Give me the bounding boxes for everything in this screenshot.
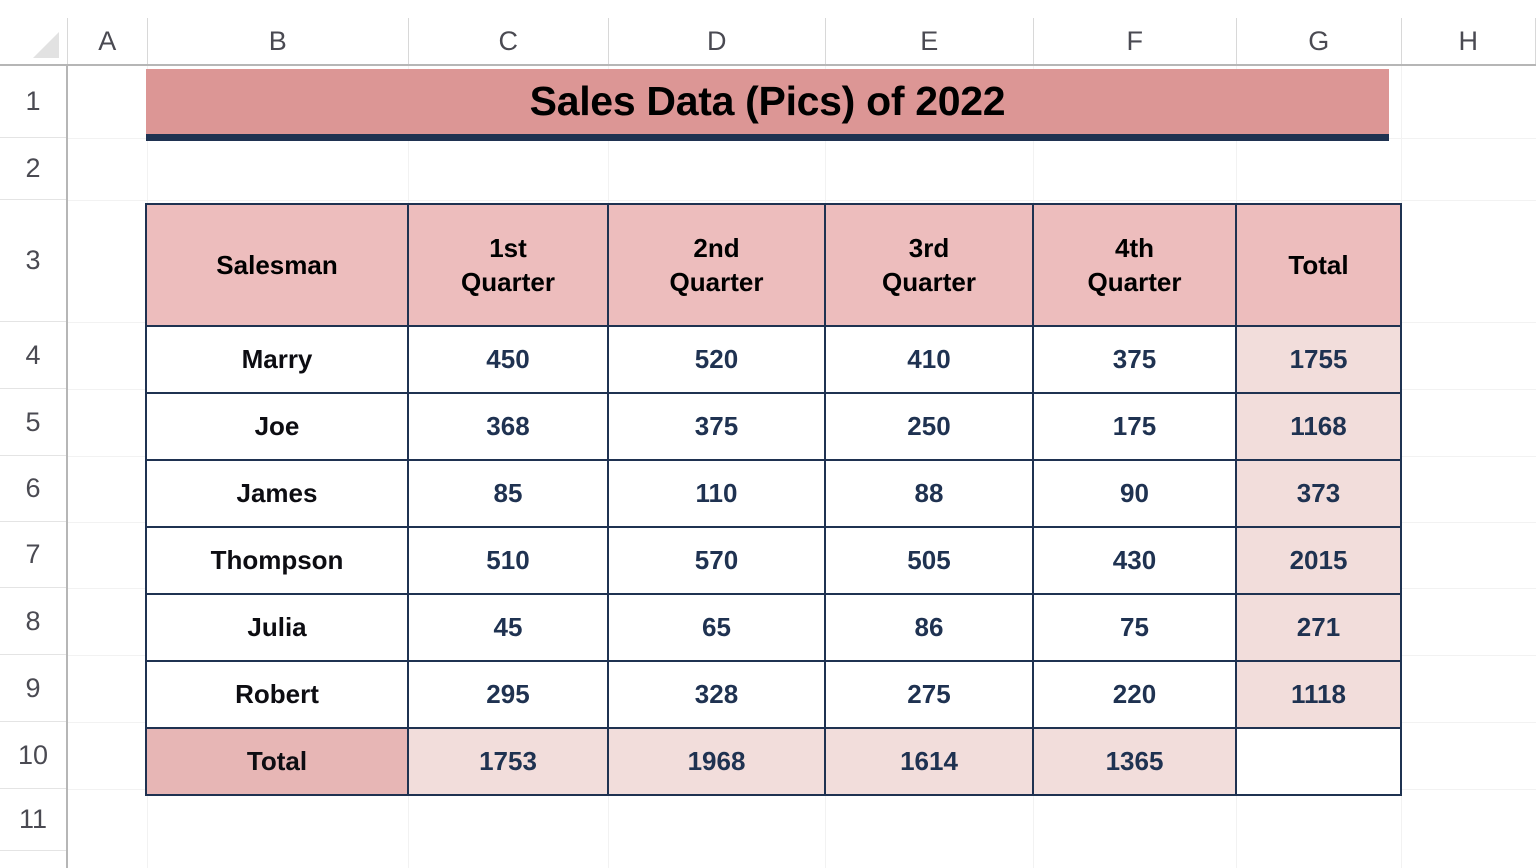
cell-q4[interactable]: 75 (1032, 593, 1237, 662)
cell-q2[interactable]: 375 (607, 392, 826, 461)
header-label: Salesman (216, 249, 338, 280)
title-banner-cell[interactable]: Sales Data (Pics) of 2022 (146, 69, 1389, 141)
cell-total[interactable]: 1168 (1235, 392, 1402, 461)
row-header-strip: 1 2 3 4 5 6 7 8 9 10 11 (0, 66, 68, 868)
header-label-line2: Quarter (461, 267, 555, 297)
header-cell-q3[interactable]: 3rd Quarter (824, 203, 1034, 327)
cell-q2[interactable]: 520 (607, 325, 826, 394)
header-cell-total[interactable]: Total (1235, 203, 1402, 327)
cell-total-q3[interactable]: 1614 (824, 727, 1034, 796)
select-all-corner-button[interactable] (0, 18, 68, 64)
row-header-11[interactable]: 11 (0, 789, 66, 851)
column-header-d[interactable]: D (609, 18, 826, 64)
cell-q1[interactable]: 85 (407, 459, 609, 528)
header-label-line2: Quarter (669, 267, 764, 297)
cell-q1[interactable]: 510 (407, 526, 609, 595)
cell-q3[interactable]: 410 (824, 325, 1034, 394)
cell-q4[interactable]: 90 (1032, 459, 1237, 528)
cell-salesman[interactable]: Robert (145, 660, 409, 729)
row-header-4[interactable]: 4 (0, 322, 66, 389)
header-label-line2: Quarter (882, 267, 976, 297)
row-header-9[interactable]: 9 (0, 655, 66, 722)
column-header-h[interactable]: H (1402, 18, 1536, 64)
cell-total[interactable]: 2015 (1235, 526, 1402, 595)
sales-data-table: Salesman 1st Quarter 2nd Quarter 3rd Qua… (145, 203, 1402, 796)
cell-q3[interactable]: 86 (824, 593, 1034, 662)
header-label: Total (1288, 249, 1349, 280)
header-label-line1: 4th (1115, 232, 1154, 263)
column-header-e[interactable]: E (826, 18, 1034, 64)
header-label-line2: Quarter (1087, 267, 1182, 297)
cell-total[interactable]: 1755 (1235, 325, 1402, 394)
cell-salesman[interactable]: Marry (145, 325, 409, 394)
table-header-row: Salesman 1st Quarter 2nd Quarter 3rd Qua… (145, 203, 1402, 327)
header-cell-q1[interactable]: 1st Quarter (407, 203, 609, 327)
row-header-5[interactable]: 5 (0, 389, 66, 456)
cell-q3[interactable]: 250 (824, 392, 1034, 461)
cell-q2[interactable]: 110 (607, 459, 826, 528)
cell-total[interactable]: 1118 (1235, 660, 1402, 729)
cell-total-q2[interactable]: 1968 (607, 727, 826, 796)
cell-total-grand-empty[interactable] (1235, 727, 1402, 796)
cell-salesman[interactable]: Thompson (145, 526, 409, 595)
cell-q4[interactable]: 375 (1032, 325, 1237, 394)
cell-total[interactable]: 271 (1235, 593, 1402, 662)
header-label-line1: 3rd (908, 232, 950, 263)
header-label-line1: 1st (489, 232, 527, 263)
cell-total-q1[interactable]: 1753 (407, 727, 609, 796)
header-cell-salesman[interactable]: Salesman (145, 203, 409, 327)
page-title: Sales Data (Pics) of 2022 (529, 78, 1006, 124)
cell-q1[interactable]: 295 (407, 660, 609, 729)
row-header-1[interactable]: 1 (0, 66, 66, 138)
header-label-line1: 2nd (693, 232, 740, 263)
cell-total[interactable]: 373 (1235, 459, 1402, 528)
cell-q1[interactable]: 368 (407, 392, 609, 461)
cell-q2[interactable]: 570 (607, 526, 826, 595)
select-all-triangle-icon (33, 32, 59, 58)
row-header-2[interactable]: 2 (0, 138, 66, 200)
table-row: James 85 110 88 90 373 (145, 459, 1402, 528)
table-total-row: Total 1753 1968 1614 1365 (145, 727, 1402, 796)
cell-q3[interactable]: 505 (824, 526, 1034, 595)
cell-total-q4[interactable]: 1365 (1032, 727, 1237, 796)
column-header-c[interactable]: C (409, 18, 609, 64)
cell-salesman[interactable]: Joe (145, 392, 409, 461)
cell-q1[interactable]: 450 (407, 325, 609, 394)
row-header-7[interactable]: 7 (0, 522, 66, 588)
table-row: Thompson 510 570 505 430 2015 (145, 526, 1402, 595)
table-row: Robert 295 328 275 220 1118 (145, 660, 1402, 729)
cell-salesman[interactable]: Julia (145, 593, 409, 662)
column-header-strip: A B C D E F G H (0, 18, 1536, 66)
cell-q3[interactable]: 275 (824, 660, 1034, 729)
header-cell-q4[interactable]: 4th Quarter (1032, 203, 1237, 327)
cell-q4[interactable]: 430 (1032, 526, 1237, 595)
cell-q2[interactable]: 65 (607, 593, 826, 662)
column-header-f[interactable]: F (1034, 18, 1237, 64)
cell-q2[interactable]: 328 (607, 660, 826, 729)
column-header-g[interactable]: G (1237, 18, 1402, 64)
table-row: Marry 450 520 410 375 1755 (145, 325, 1402, 394)
cell-q3[interactable]: 88 (824, 459, 1034, 528)
cell-salesman[interactable]: James (145, 459, 409, 528)
row-header-3[interactable]: 3 (0, 200, 66, 322)
spreadsheet-canvas: A B C D E F G H 1 2 3 4 5 6 7 8 9 10 11 (0, 0, 1536, 868)
cell-q4[interactable]: 175 (1032, 392, 1237, 461)
cell-total-label[interactable]: Total (145, 727, 409, 796)
table-row: Julia 45 65 86 75 271 (145, 593, 1402, 662)
gridline-horizontal (68, 200, 1536, 201)
row-header-6[interactable]: 6 (0, 456, 66, 522)
header-cell-q2[interactable]: 2nd Quarter (607, 203, 826, 327)
cell-q4[interactable]: 220 (1032, 660, 1237, 729)
column-header-b[interactable]: B (148, 18, 409, 64)
row-header-10[interactable]: 10 (0, 722, 66, 789)
row-header-8[interactable]: 8 (0, 588, 66, 655)
column-header-a[interactable]: A (68, 18, 148, 64)
cell-q1[interactable]: 45 (407, 593, 609, 662)
table-row: Joe 368 375 250 175 1168 (145, 392, 1402, 461)
